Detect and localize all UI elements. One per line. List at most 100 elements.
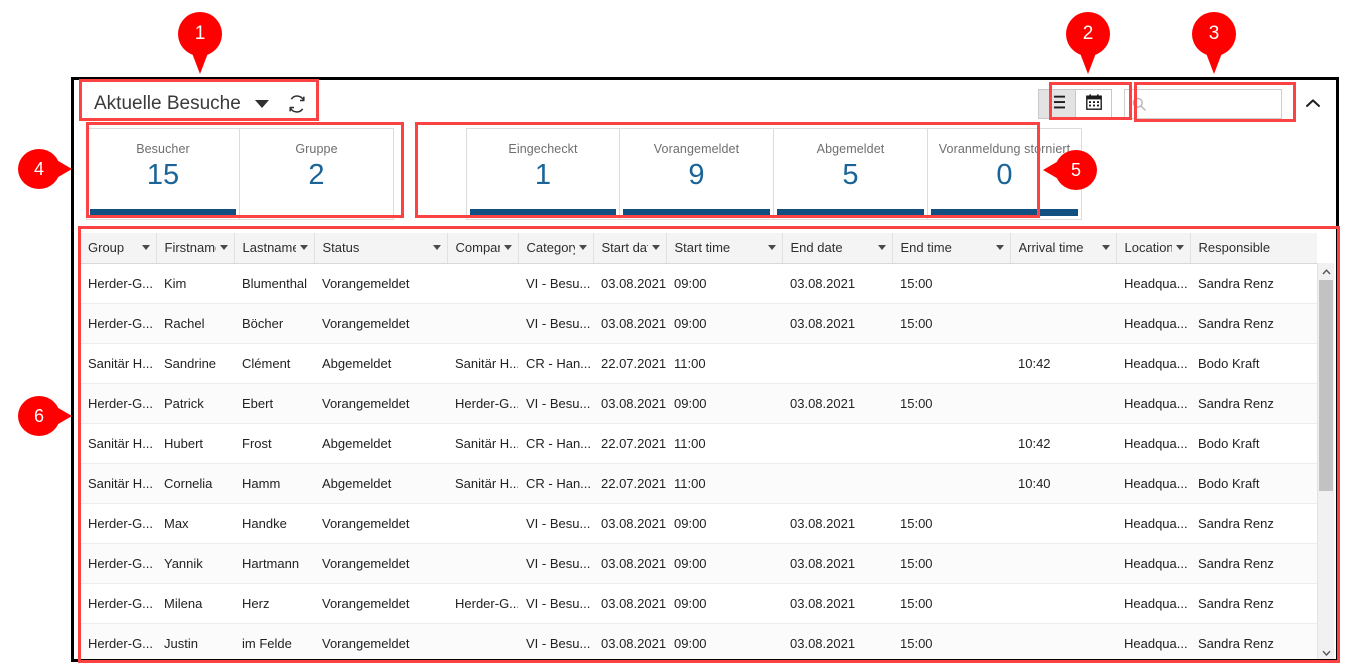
table-row[interactable]: Herder-G... Justin im Felde Vorangemeldet VI… <box>80 623 1317 659</box>
vertical-scrollbar[interactable] <box>1317 263 1334 659</box>
kpi-value: 5 <box>842 159 859 191</box>
table-cell: Vorangemeldet <box>314 503 447 544</box>
table-cell: Bodo Kraft <box>1190 423 1317 464</box>
table-cell <box>892 343 1010 384</box>
chevron-down-icon[interactable] <box>219 245 228 251</box>
calendar-view-button[interactable] <box>1075 90 1111 118</box>
kpi-label: Besucher <box>136 142 190 156</box>
table-cell: CR - Han... <box>518 423 593 464</box>
view-selector[interactable]: Aktuelle Besuche <box>74 93 307 115</box>
scrollbar-thumb[interactable] <box>1319 280 1333 492</box>
kpi-label: Eingecheckt <box>508 142 578 156</box>
table-cell: 03.08.2021 <box>782 623 892 659</box>
calendar-view-icon <box>1085 93 1102 115</box>
table-cell: Sandrine <box>156 343 234 384</box>
chevron-down-icon[interactable] <box>651 245 660 251</box>
kpi-value: 15 <box>146 159 180 191</box>
table-cell: Milena <box>156 583 234 624</box>
chevron-down-icon[interactable] <box>1175 245 1184 251</box>
table-cell: 11:00 <box>666 463 782 504</box>
table-cell: Handke <box>234 503 314 544</box>
kpi-group-totals: Besucher 15 Gruppe 2 <box>86 128 394 220</box>
table-cell: 03.08.2021 <box>593 503 666 544</box>
column-header[interactable]: Status <box>314 233 448 264</box>
table-cell: 15:00 <box>892 303 1010 344</box>
table-cell: Sandra Renz <box>1190 623 1317 659</box>
kpi-card[interactable]: Vorangemeldet 9 <box>620 128 774 220</box>
table-cell: Kim <box>156 263 234 304</box>
kpi-card[interactable]: Gruppe 2 <box>240 128 394 220</box>
kpi-label: Abgemeldet <box>816 142 885 156</box>
table-row[interactable]: Sanitär H... Hubert Frost Abgemeldet Sanitär… <box>80 423 1317 464</box>
scroll-up-button[interactable] <box>1318 263 1334 280</box>
table-cell <box>447 303 518 344</box>
table-row[interactable]: Sanitär H... Sandrine Clément Abgemeldet San… <box>80 343 1317 384</box>
chevron-down-icon[interactable] <box>141 245 150 251</box>
kpi-card[interactable]: Abgemeldet 5 <box>774 128 928 220</box>
search-box[interactable] <box>1124 89 1282 119</box>
table-cell: Vorangemeldet <box>314 543 447 584</box>
table-cell: Yannik <box>156 543 234 584</box>
table-cell: 11:00 <box>666 423 782 464</box>
header-row: Group Firstname Lastname Status Compan.. Cate… <box>80 233 1317 264</box>
column-header[interactable]: Responsible <box>1190 233 1317 264</box>
chevron-down-icon[interactable] <box>503 245 512 251</box>
column-header[interactable]: Firstname <box>156 233 235 264</box>
column-header[interactable]: End date <box>782 233 893 264</box>
column-header[interactable]: Start time <box>666 233 783 264</box>
list-view-button[interactable] <box>1039 90 1075 118</box>
table-cell <box>1010 263 1116 304</box>
chevron-down-icon[interactable] <box>578 245 587 251</box>
column-header[interactable]: Category <box>518 233 594 264</box>
column-header[interactable]: Compan.. <box>447 233 519 264</box>
table-cell <box>1010 543 1116 584</box>
table-cell: 15:00 <box>892 543 1010 584</box>
table-row[interactable]: Herder-G... Max Handke Vorangemeldet VI - Be… <box>80 503 1317 544</box>
chevron-down-icon[interactable] <box>254 100 269 108</box>
chevron-down-icon[interactable] <box>1101 245 1110 251</box>
kpi-card[interactable]: Eingecheckt 1 <box>466 128 620 220</box>
column-header[interactable]: Lastname <box>234 233 315 264</box>
table-cell: im Felde <box>234 623 314 659</box>
column-header-label: Start date <box>601 240 648 256</box>
table-row[interactable]: Herder-G... Rachel Böcher Vorangemeldet VI -… <box>80 303 1317 344</box>
column-header[interactable]: End time <box>892 233 1011 264</box>
refresh-icon[interactable] <box>281 94 307 114</box>
scrollbar-track[interactable] <box>1318 280 1334 644</box>
column-header[interactable]: Start date <box>593 233 667 264</box>
table-cell: Abgemeldet <box>314 423 447 464</box>
table-cell <box>447 623 518 659</box>
kpi-card[interactable]: Besucher 15 <box>86 128 240 220</box>
table-row[interactable]: Herder-G... Patrick Ebert Vorangemeldet Herd… <box>80 383 1317 424</box>
grid-body: Herder-G... Kim Blumenthal Vorangemeldet VI … <box>80 263 1317 659</box>
table-cell: 09:00 <box>666 543 782 584</box>
collapse-widget-button[interactable] <box>1300 95 1326 113</box>
table-cell: 09:00 <box>666 263 782 304</box>
table-cell: 09:00 <box>666 583 782 624</box>
table-cell: 03.08.2021 <box>782 583 892 624</box>
table-row[interactable]: Herder-G... Yannik Hartmann Vorangemeldet VI… <box>80 543 1317 584</box>
table-cell: Max <box>156 503 234 544</box>
search-input[interactable] <box>1146 96 1281 112</box>
chevron-down-icon[interactable] <box>432 245 441 251</box>
table-cell: 10:42 <box>1010 423 1116 464</box>
column-header[interactable]: Arrival time <box>1010 233 1117 264</box>
table-cell: 15:00 <box>892 503 1010 544</box>
column-header[interactable]: Location <box>1116 233 1191 264</box>
chevron-down-icon[interactable] <box>767 245 776 251</box>
table-cell: VI - Besu... <box>518 263 593 304</box>
chevron-down-icon[interactable] <box>299 245 308 251</box>
kpi-underline <box>623 209 770 216</box>
table-cell: Headqua... <box>1116 263 1190 304</box>
scroll-down-button[interactable] <box>1318 644 1334 659</box>
visits-table: Group Firstname Lastname Status Compan.. Cate… <box>80 233 1334 659</box>
chevron-down-icon[interactable] <box>877 245 886 251</box>
table-cell: Sandra Renz <box>1190 543 1317 584</box>
column-header-label: Group <box>88 240 125 256</box>
table-row[interactable]: Herder-G... Kim Blumenthal Vorangemeldet VI … <box>80 263 1317 304</box>
table-row[interactable]: Herder-G... Milena Herz Vorangemeldet Herder… <box>80 583 1317 624</box>
table-row[interactable]: Sanitär H... Cornelia Hamm Abgemeldet Sanitä… <box>80 463 1317 504</box>
column-header[interactable]: Group <box>80 233 157 264</box>
chevron-down-icon[interactable] <box>995 245 1004 251</box>
marker-number: 6 <box>33 405 44 426</box>
